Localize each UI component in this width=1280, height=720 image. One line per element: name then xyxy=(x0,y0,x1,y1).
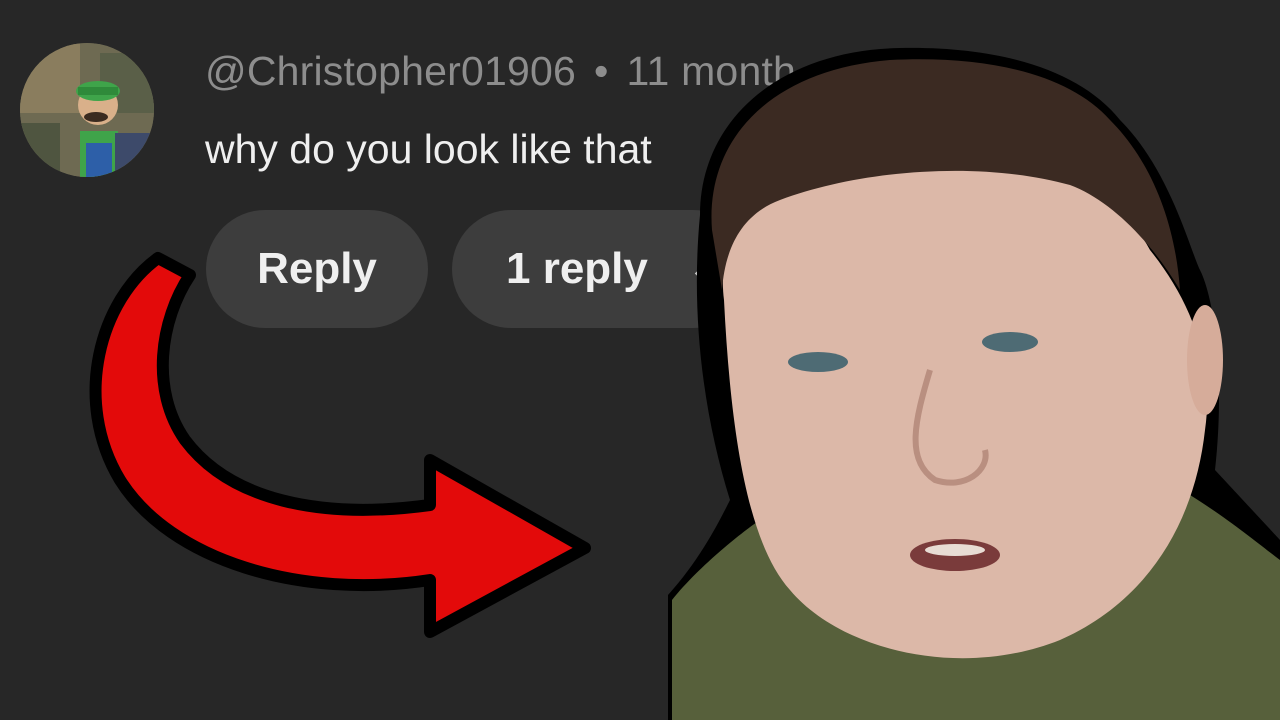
right-eye-icon xyxy=(982,332,1038,352)
left-eye-icon xyxy=(788,352,848,372)
mouth-teeth xyxy=(925,544,985,556)
thumbnail-canvas: @Christopher01906 • 11 month why do you lo… xyxy=(0,0,1280,720)
person-cutout xyxy=(668,47,1280,720)
right-ear xyxy=(1187,305,1223,415)
